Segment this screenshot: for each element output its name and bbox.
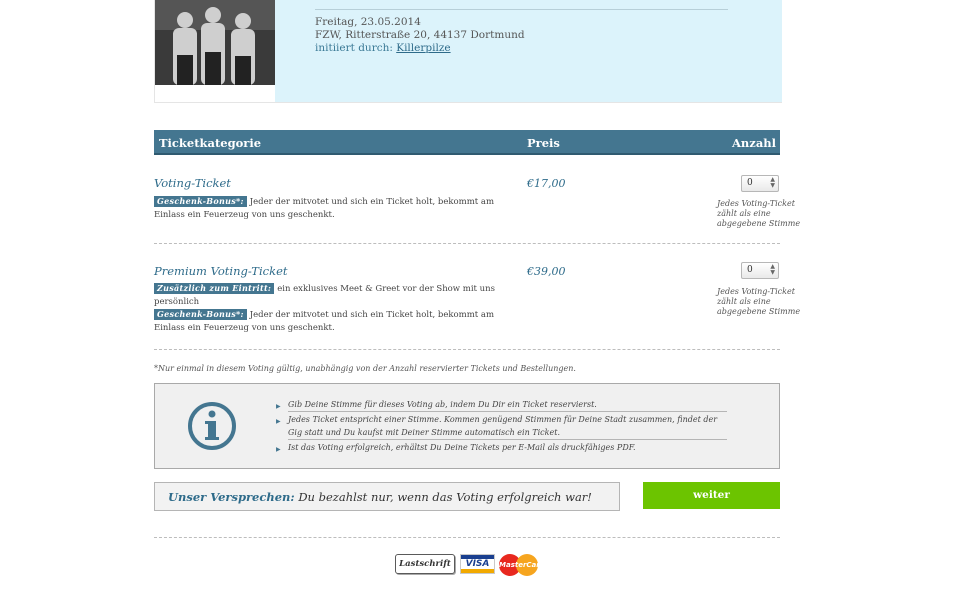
bonus-badge: Zusätzlich zum Eintritt: (154, 283, 275, 294)
event-date: Freitag, 23.05.2014 (315, 16, 421, 28)
footer-divider (154, 537, 780, 538)
event-divider (315, 9, 728, 10)
info-divider (288, 411, 727, 412)
event-initiator: initiiert durch: Killerpilze (315, 42, 451, 55)
ticket-table-header: Ticketkategorie Preis Anzahl (154, 130, 780, 155)
info-item: ▶ Ist das Voting erfolgreich, erhältst D… (276, 441, 728, 454)
bullet-icon: ▶ (276, 446, 281, 453)
bullet-icon: ▶ (276, 403, 281, 410)
info-item: ▶ Gib Deine Stimme für dieses Voting ab,… (276, 398, 728, 411)
header-category: Ticketkategorie (159, 136, 262, 150)
quantity-select[interactable]: 0 ▲ ▼ (741, 175, 779, 192)
ticket-bonus: Zusätzlich zum Eintritt: ein exklusives M… (154, 283, 514, 309)
visa-logo: VISA (460, 554, 495, 574)
mastercard-logo: MasterCard (499, 554, 545, 576)
ticket-bonus: Geschenk-Bonus*: Jeder der mitvotet und s… (154, 196, 514, 222)
ticket-price: €39,00 (527, 265, 566, 278)
select-arrows-icon: ▲ ▼ (770, 263, 775, 276)
info-item: ▶ Jedes Ticket entspricht einer Stimme. … (276, 415, 718, 437)
select-arrows-icon: ▲ ▼ (770, 176, 775, 189)
quantity-note: Jedes Voting-Ticket zählt als eine abgeg… (717, 199, 801, 228)
bullet-icon: ▶ (276, 418, 281, 425)
ticket-name: Voting-Ticket (154, 176, 231, 190)
event-venue: FZW, Ritterstraße 20, 44137 Dortmund (315, 29, 525, 41)
bonus-badge: Geschenk-Bonus*: (154, 309, 247, 320)
ticket-name: Premium Voting-Ticket (154, 264, 288, 278)
next-button[interactable]: weiter (643, 482, 780, 509)
footnote: *Nur einmal in diesem Voting gültig, una… (154, 364, 576, 373)
quantity-note: Jedes Voting-Ticket zählt als eine abgeg… (717, 287, 801, 316)
header-quantity: Anzahl (732, 136, 776, 150)
quantity-value: 0 (747, 178, 753, 188)
promise-banner: Unser Versprechen: Du bezahlst nur, wenn… (154, 482, 620, 511)
initiator-label: initiiert durch: (315, 42, 393, 54)
row-divider (154, 243, 780, 244)
ticket-bonus: Geschenk-Bonus*: Jeder der mitvotet und s… (154, 309, 514, 335)
quantity-select[interactable]: 0 ▲ ▼ (741, 262, 779, 279)
row-divider (154, 349, 780, 350)
quantity-value: 0 (747, 265, 753, 275)
header-price: Preis (527, 136, 560, 150)
band-photo (155, 0, 275, 85)
lastschrift-logo: Lastschrift (395, 554, 455, 574)
bonus-badge: Geschenk-Bonus*: (154, 196, 247, 207)
info-icon (187, 401, 237, 451)
photo-caption-area (155, 85, 275, 102)
ticket-price: €17,00 (527, 177, 566, 190)
promise-label: Unser Versprechen: (168, 490, 295, 504)
initiator-link[interactable]: Killerpilze (396, 42, 450, 54)
promise-text: Du bezahlst nur, wenn das Voting erfolgr… (298, 490, 592, 504)
info-divider (288, 439, 727, 440)
